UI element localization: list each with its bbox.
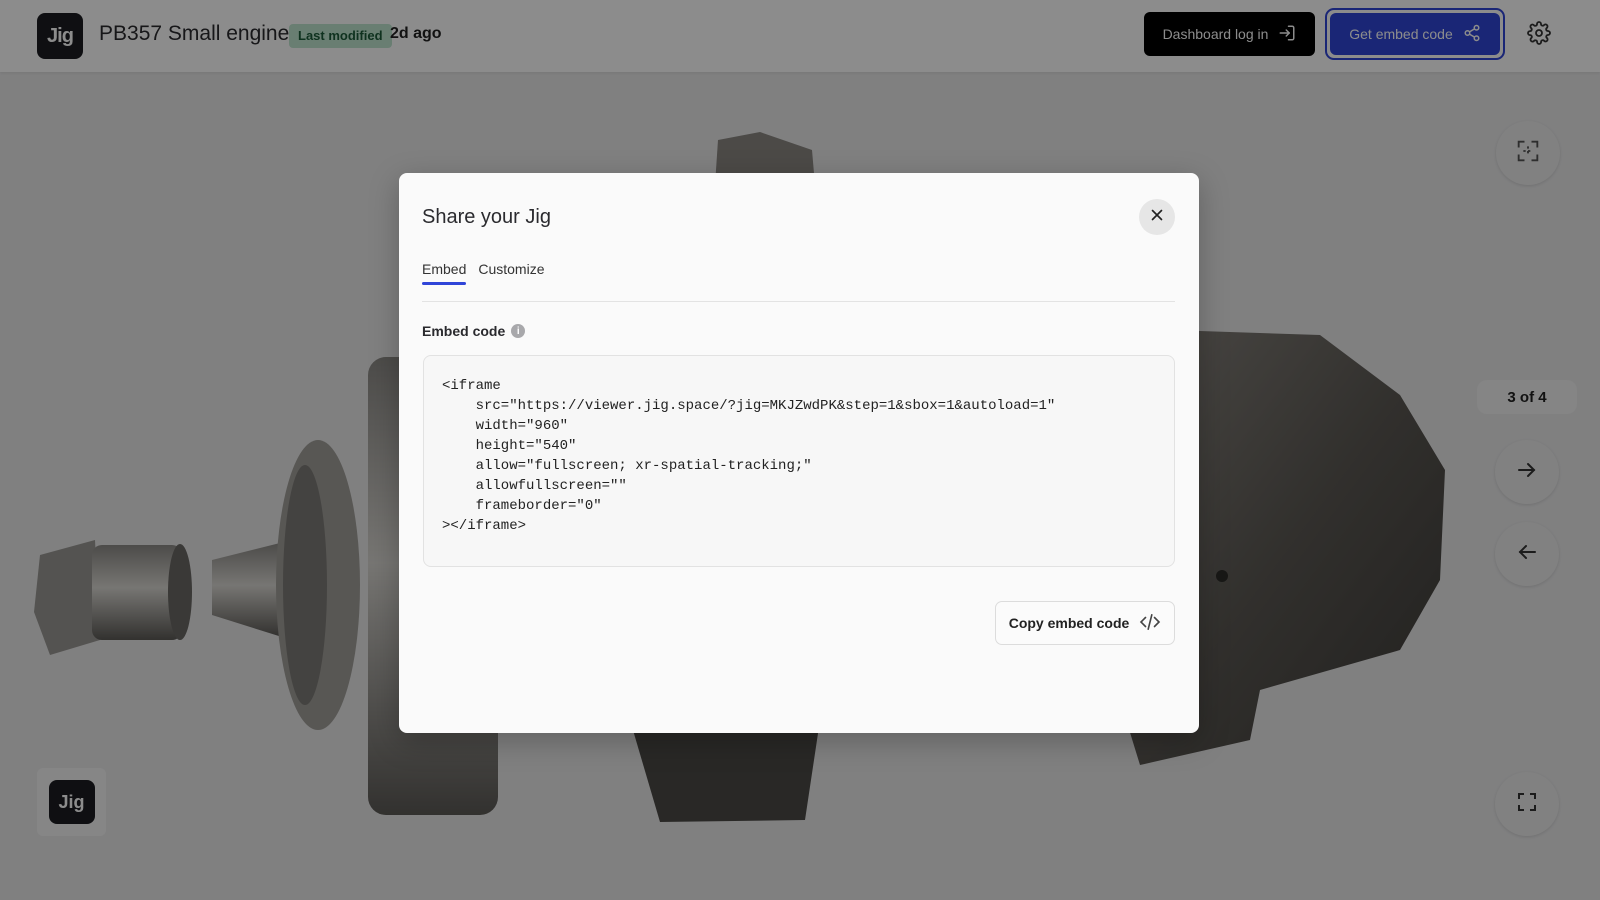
modal-tabs: Embed Customize [422,261,545,285]
close-modal-button[interactable] [1139,199,1175,235]
tab-customize[interactable]: Customize [478,261,544,285]
embed-code-label: Embed code i [422,323,526,339]
embed-code-text: <iframe src="https://viewer.jig.space/?j… [442,378,1056,534]
tab-embed[interactable]: Embed [422,261,467,285]
code-icon [1139,613,1161,634]
tabs-divider [422,301,1175,302]
share-modal: Share your Jig Embed Customize Embed cod… [399,173,1199,733]
modal-title: Share your Jig [422,206,551,228]
embed-code-box[interactable]: <iframe src="https://viewer.jig.space/?j… [423,355,1175,567]
copy-embed-code-label: Copy embed code [1008,615,1130,631]
embed-code-label-text: Embed code [422,323,506,339]
info-icon[interactable]: i [511,324,526,338]
copy-embed-code-button[interactable]: Copy embed code [995,601,1175,645]
close-icon [1148,206,1166,229]
